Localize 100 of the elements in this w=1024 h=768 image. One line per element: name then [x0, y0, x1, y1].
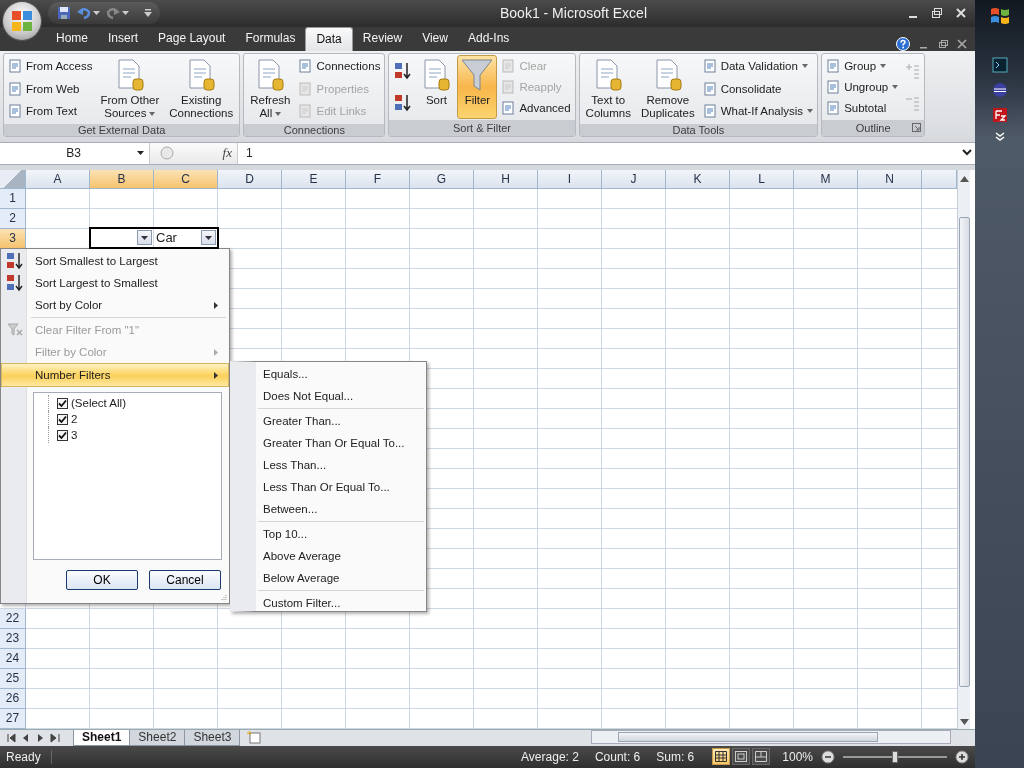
column-header[interactable]: E — [282, 169, 346, 189]
office-button[interactable] — [3, 2, 41, 40]
ribbon-tab[interactable]: Formulas — [235, 26, 306, 51]
zoom-out-icon[interactable] — [821, 749, 835, 764]
ribbon-tab[interactable]: Insert — [98, 26, 149, 51]
ribbon-button[interactable]: Subtotal — [824, 100, 901, 117]
column-header[interactable]: B — [90, 169, 154, 189]
row-header[interactable]: 23 — [0, 628, 26, 649]
menu-item[interactable]: Equals... — [256, 363, 426, 385]
menu-item[interactable]: Sort by Color — [2, 294, 228, 316]
restore-icon[interactable] — [938, 38, 948, 49]
ribbon-button[interactable]: Data Validation — [700, 58, 816, 75]
chevron-down-icon[interactable] — [994, 132, 1005, 142]
dialog-button[interactable]: Cancel — [149, 570, 221, 590]
app-icon[interactable] — [991, 107, 1008, 123]
ribbon-button[interactable]: Advanced — [499, 100, 573, 117]
quick-access-button[interactable] — [105, 6, 130, 21]
sheet-tab[interactable]: Sheet1 — [73, 729, 131, 746]
view-button[interactable] — [752, 748, 771, 766]
horizontal-scrollbar[interactable] — [591, 729, 951, 744]
help-icon[interactable] — [896, 36, 910, 51]
checkbox[interactable] — [57, 397, 68, 409]
menu-item[interactable]: Sort Smallest to Largest — [2, 250, 228, 272]
terminal-icon[interactable] — [991, 57, 1008, 73]
ribbon-tab[interactable]: Data — [305, 26, 353, 51]
view-button[interactable] — [712, 748, 731, 766]
checkbox[interactable] — [57, 413, 68, 425]
menu-item[interactable]: Greater Than Or Equal To... — [256, 432, 426, 454]
column-header[interactable]: L — [730, 169, 794, 189]
close-icon[interactable] — [957, 38, 967, 49]
active-cell-border[interactable]: Car — [89, 226, 219, 249]
ribbon-button[interactable]: From Other Sources — [96, 54, 164, 123]
column-header[interactable]: J — [602, 169, 666, 189]
quick-access-button[interactable] — [56, 6, 72, 21]
menu-item[interactable]: Less Than... — [256, 454, 426, 476]
menu-item[interactable]: Above Average — [256, 545, 426, 567]
row-header[interactable]: 25 — [0, 668, 26, 689]
insert-function-button[interactable]: fx — [222, 145, 232, 162]
ribbon-button[interactable]: Consolidate — [700, 80, 816, 97]
row-header[interactable]: 3 — [0, 228, 26, 249]
column-header[interactable]: F — [346, 169, 410, 189]
sheet-tab[interactable]: Sheet3 — [184, 729, 241, 746]
column-header[interactable]: I — [538, 169, 602, 189]
zoom-in-icon[interactable] — [955, 749, 969, 764]
column-header[interactable]: C — [154, 169, 218, 189]
menu-item[interactable]: Between... — [256, 498, 426, 520]
ribbon-button[interactable]: Group — [824, 57, 901, 74]
resize-grip-icon[interactable] — [219, 593, 227, 601]
row-header[interactable]: 22 — [0, 608, 26, 629]
filter-dropdown-button[interactable] — [137, 230, 152, 246]
column-header[interactable]: H — [474, 169, 538, 189]
menu-item[interactable]: Does Not Equal... — [256, 385, 426, 407]
dialog-button[interactable]: OK — [66, 570, 138, 590]
zoom-level[interactable]: 100% — [782, 749, 813, 764]
scroll-down-icon[interactable] — [959, 718, 969, 725]
ribbon-button[interactable]: From Text — [6, 103, 95, 120]
menu-item[interactable]: Sort Largest to Smallest — [2, 272, 228, 294]
row-header[interactable]: 2 — [0, 208, 26, 229]
ribbon-tab[interactable]: Add-Ins — [457, 26, 520, 51]
column-header[interactable]: A — [26, 169, 90, 189]
checkbox[interactable] — [57, 429, 68, 441]
ribbon-button[interactable]: Existing Connections — [165, 54, 238, 123]
ribbon-tab[interactable]: Review — [352, 26, 413, 51]
ribbon-button[interactable]: Remove Duplicates — [636, 54, 699, 123]
row-header[interactable]: 26 — [0, 688, 26, 709]
sheet-tab[interactable]: Sheet2 — [129, 729, 186, 746]
filter-dropdown-button[interactable] — [201, 230, 216, 246]
row-header[interactable]: 1 — [0, 188, 26, 209]
view-button[interactable] — [732, 748, 751, 766]
menu-item[interactable]: Below Average — [256, 567, 426, 589]
vertical-scrollbar[interactable] — [957, 169, 970, 729]
row-header[interactable]: 24 — [0, 648, 26, 669]
ribbon-tab[interactable]: Home — [46, 26, 98, 51]
ribbon-button[interactable]: Sort — [417, 54, 456, 119]
windows-flag-icon[interactable] — [988, 6, 1011, 26]
ribbon-button[interactable]: What-If Analysis — [700, 103, 816, 120]
dialog-launcher-icon[interactable] — [912, 122, 922, 132]
ribbon-button[interactable]: Filter — [457, 54, 498, 119]
menu-item[interactable]: Number Filters — [1, 363, 229, 387]
ribbon-button[interactable]: From Access — [6, 58, 95, 75]
customize-toolbar-icon[interactable] — [144, 9, 152, 18]
column-header[interactable]: M — [794, 169, 858, 189]
menu-item[interactable]: Less Than Or Equal To... — [256, 476, 426, 498]
column-header[interactable]: N — [858, 169, 922, 189]
ribbon-button[interactable]: Connections — [296, 58, 383, 75]
column-header[interactable]: G — [410, 169, 474, 189]
ribbon-button[interactable]: Text to Columns — [581, 54, 635, 123]
sort-descending-icon[interactable] — [393, 92, 414, 113]
quick-access-button[interactable] — [76, 6, 101, 21]
ribbon-button[interactable]: From Web — [6, 80, 95, 97]
ribbon-tab[interactable]: View — [412, 26, 458, 51]
ribbon-button[interactable]: Refresh All — [246, 54, 295, 123]
restore-icon[interactable] — [931, 7, 943, 20]
scroll-up-icon[interactable] — [959, 175, 969, 182]
sort-ascending-icon[interactable] — [393, 60, 414, 81]
formula-input[interactable]: 1 — [238, 146, 962, 161]
column-header[interactable]: K — [666, 169, 730, 189]
column-header[interactable]: D — [218, 169, 282, 189]
ribbon-button[interactable]: Ungroup — [824, 78, 901, 95]
ribbon-tab[interactable]: Page Layout — [148, 26, 236, 51]
